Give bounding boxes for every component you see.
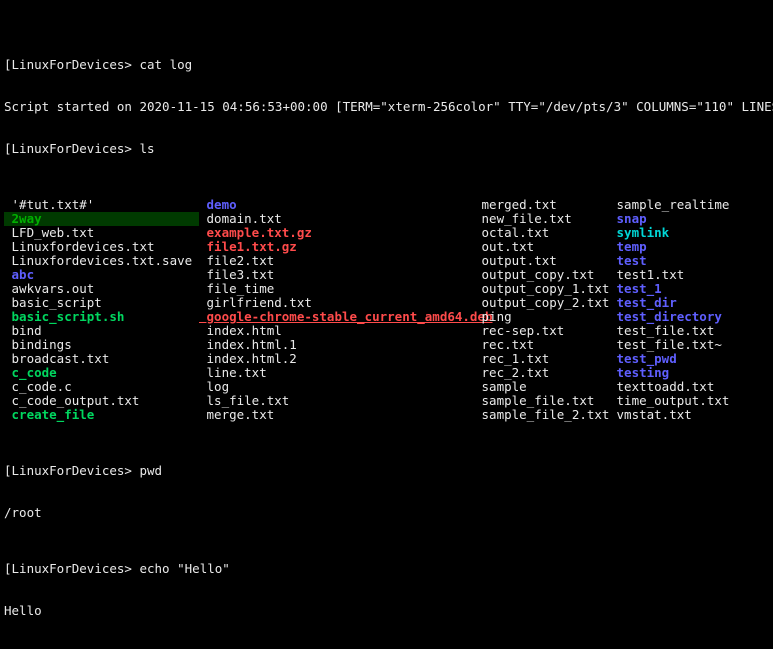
ls-entry: c_code <box>4 366 199 380</box>
ls-row: create_file merge.txt sample_file_2.txt … <box>4 408 769 422</box>
prompt-host: LinuxForDevices <box>12 141 125 156</box>
prompt-line: [LinuxForDevices> echo "Hello" <box>4 562 769 576</box>
prompt-line: [LinuxForDevices> cat log <box>4 58 769 72</box>
ls-row: broadcast.txt index.html.2 rec_1.txt tes… <box>4 352 769 366</box>
ls-entry: output.txt <box>474 254 609 268</box>
ls-entry: file2.txt <box>199 254 474 268</box>
ls-row: '#tut.txt#' demo merged.txt sample_realt… <box>4 198 769 212</box>
ls-entry: girlfriend.txt <box>199 296 474 310</box>
ls-entry: example.txt.gz <box>199 226 474 240</box>
ls-entry: snap <box>609 212 769 226</box>
ls-entry: test1.txt <box>609 268 769 282</box>
command-text: cat log <box>139 57 192 72</box>
ls-entry: file3.txt <box>199 268 474 282</box>
ls-entry: Linuxfordevices.txt.save <box>4 254 199 268</box>
ls-row: LFD_web.txt example.txt.gz octal.txt sym… <box>4 226 769 240</box>
ls-entry: new_file.txt <box>474 212 609 226</box>
ls-entry: abc <box>4 268 199 282</box>
ls-entry: rec.txt <box>474 338 609 352</box>
ls-entry: sample_file.txt <box>474 394 609 408</box>
ls-entry: test <box>609 254 769 268</box>
ls-entry: 2way <box>4 212 199 226</box>
ls-entry: index.html.2 <box>199 352 474 366</box>
ls-entry: symlink <box>609 226 769 240</box>
ls-entry: test_directory <box>609 310 769 324</box>
ls-row: Linuxfordevices.txt.save file2.txt outpu… <box>4 254 769 268</box>
command-text: pwd <box>139 463 162 478</box>
prompt-line: [LinuxForDevices> pwd <box>4 464 769 478</box>
ls-entry: temp <box>609 240 769 254</box>
prompt-host: LinuxForDevices <box>12 463 125 478</box>
ls-entry: sample_file_2.txt <box>474 408 609 422</box>
ls-entry: broadcast.txt <box>4 352 199 366</box>
ls-entry: test_pwd <box>609 352 769 366</box>
ls-entry: Linuxfordevices.txt <box>4 240 199 254</box>
ls-entry: merged.txt <box>474 198 609 212</box>
ls-entry: create_file <box>4 408 199 422</box>
ls-entry: '#tut.txt#' <box>4 198 199 212</box>
ls-entry: domain.txt <box>199 212 474 226</box>
terminal-root[interactable]: [LinuxForDevices> cat log Script started… <box>0 0 773 649</box>
ls-entry: bind <box>4 324 199 338</box>
ls-row: awkvars.out file_time output_copy_1.txt … <box>4 282 769 296</box>
ls-entry: test_file.txt~ <box>609 338 769 352</box>
ls-entry: output_copy.txt <box>474 268 609 282</box>
script-start-line: Script started on 2020-11-15 04:56:53+00… <box>4 100 769 114</box>
ls-entry: sample_realtime <box>609 198 769 212</box>
prompt-line: [LinuxForDevices> ls <box>4 142 769 156</box>
prompt-host: LinuxForDevices <box>12 561 125 576</box>
ls-entry: rec_1.txt <box>474 352 609 366</box>
ls-entry: octal.txt <box>474 226 609 240</box>
command-text: ls <box>139 141 154 156</box>
ls-row: basic_script girlfriend.txt output_copy_… <box>4 296 769 310</box>
output-line: /root <box>4 506 769 520</box>
ls-output: '#tut.txt#' demo merged.txt sample_realt… <box>4 198 769 422</box>
ls-entry: log <box>199 380 474 394</box>
prompt-host: LinuxForDevices <box>12 57 125 72</box>
ls-entry: awkvars.out <box>4 282 199 296</box>
ls-entry: merge.txt <box>199 408 474 422</box>
ls-entry: ls_file.txt <box>199 394 474 408</box>
ls-entry: file1.txt.gz <box>199 240 474 254</box>
ls-entry: test_1 <box>609 282 769 296</box>
ls-row: abc file3.txt output_copy.txt test1.txt <box>4 268 769 282</box>
ls-entry: c_code_output.txt <box>4 394 199 408</box>
output-line: Hello <box>4 604 769 618</box>
ls-entry: ping <box>474 310 609 324</box>
ls-row: c_code.c log sample texttoadd.txt <box>4 380 769 394</box>
ls-entry: google-chrome-stable_current_amd64.deb <box>199 310 474 324</box>
ls-row: c_code line.txt rec_2.txt testing <box>4 366 769 380</box>
ls-entry: rec-sep.txt <box>474 324 609 338</box>
ls-entry: texttoadd.txt <box>609 380 769 394</box>
ls-entry: c_code.c <box>4 380 199 394</box>
ls-entry: demo <box>199 198 474 212</box>
ls-row: bindings index.html.1 rec.txt test_file.… <box>4 338 769 352</box>
ls-entry: time_output.txt <box>609 394 769 408</box>
ls-entry: basic_script.sh <box>4 310 199 324</box>
ls-entry: index.html <box>199 324 474 338</box>
ls-entry: line.txt <box>199 366 474 380</box>
ls-entry: output_copy_1.txt <box>474 282 609 296</box>
ls-row: 2way domain.txt new_file.txt snap <box>4 212 769 226</box>
ls-entry: file_time <box>199 282 474 296</box>
ls-row: Linuxfordevices.txt file1.txt.gz out.txt… <box>4 240 769 254</box>
ls-entry: vmstat.txt <box>609 408 769 422</box>
ls-row: basic_script.sh google-chrome-stable_cur… <box>4 310 769 324</box>
ls-entry: basic_script <box>4 296 199 310</box>
ls-row: c_code_output.txt ls_file.txt sample_fil… <box>4 394 769 408</box>
ls-entry: rec_2.txt <box>474 366 609 380</box>
ls-entry: index.html.1 <box>199 338 474 352</box>
ls-entry: bindings <box>4 338 199 352</box>
ls-row: bind index.html rec-sep.txt test_file.tx… <box>4 324 769 338</box>
command-text: echo "Hello" <box>139 561 229 576</box>
ls-entry: output_copy_2.txt <box>474 296 609 310</box>
ls-entry: out.txt <box>474 240 609 254</box>
ls-entry: sample <box>474 380 609 394</box>
ls-entry: test_file.txt <box>609 324 769 338</box>
ls-entry: test_dir <box>609 296 769 310</box>
ls-entry: LFD_web.txt <box>4 226 199 240</box>
ls-entry: testing <box>609 366 769 380</box>
